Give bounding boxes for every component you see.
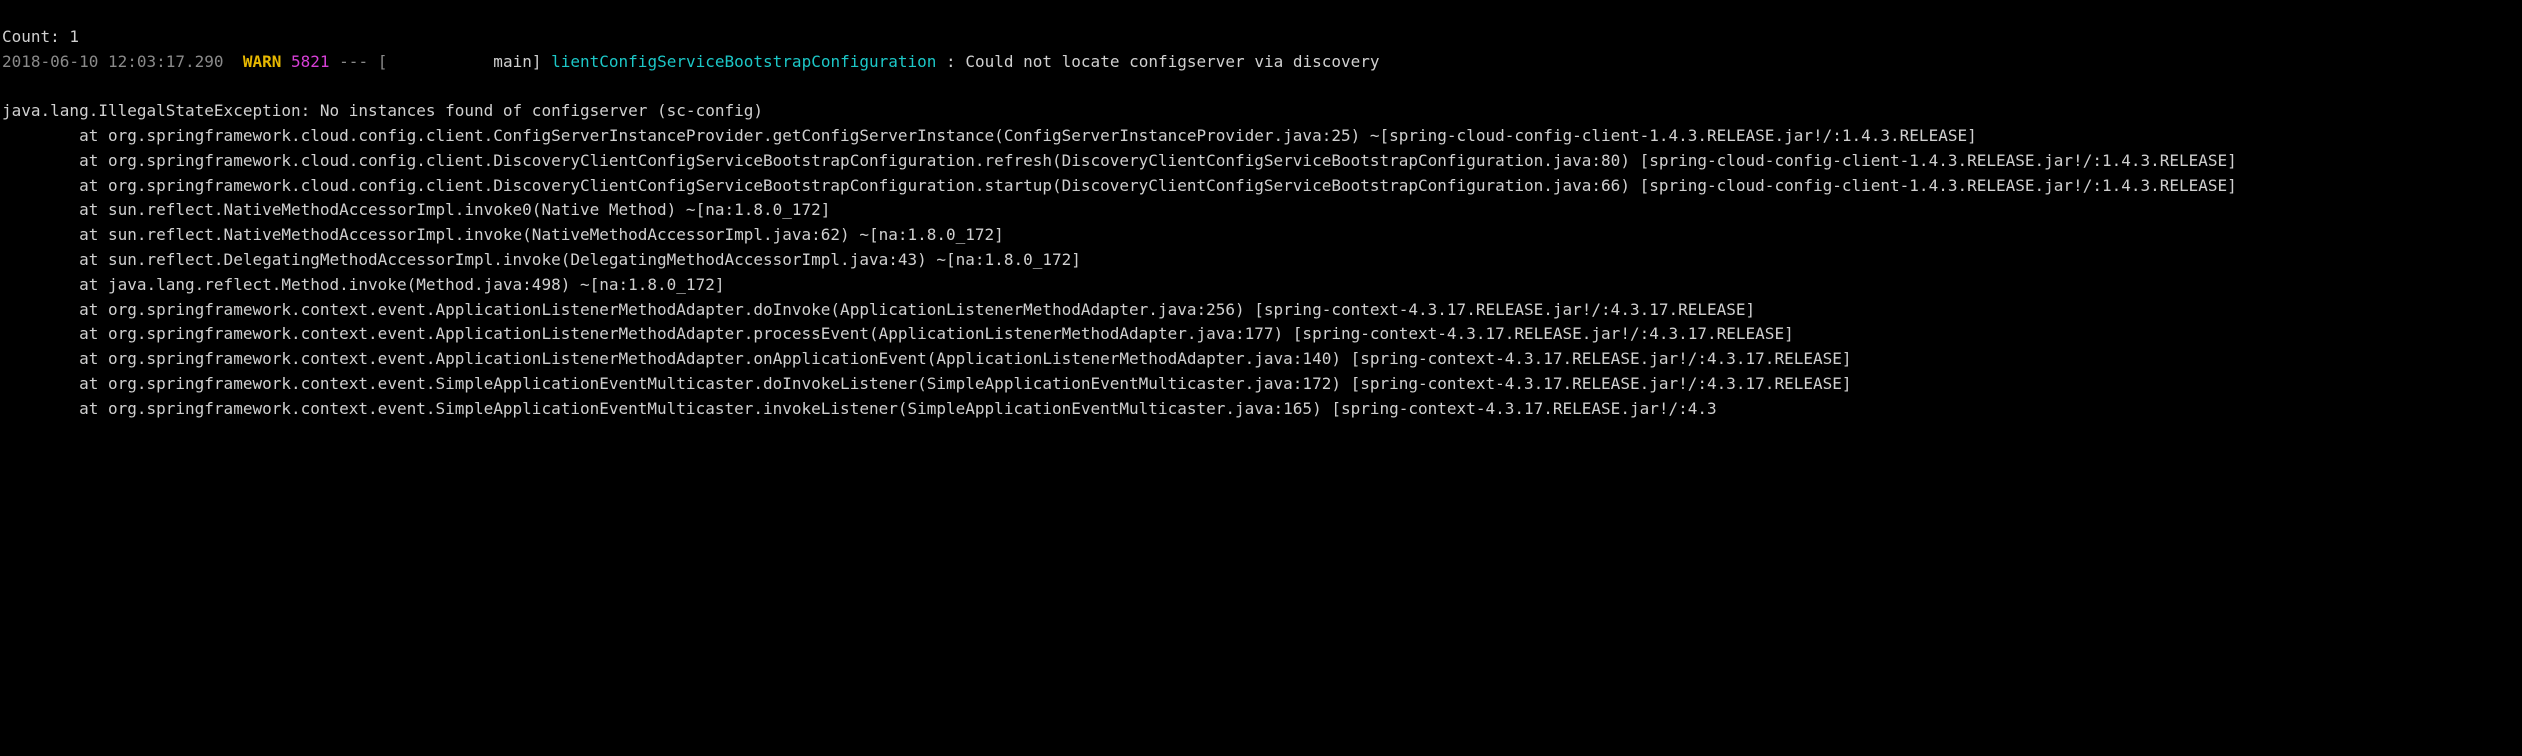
log-message: Could not locate configserver via discov… — [965, 52, 1379, 71]
exception-line: java.lang.IllegalStateException: No inst… — [2, 101, 763, 120]
log-colon: : — [936, 52, 965, 71]
log-level: WARN — [243, 52, 282, 71]
stack-trace: at org.springframework.cloud.config.clie… — [2, 126, 2237, 418]
log-thread: main] — [387, 52, 541, 71]
log-pid: 5821 — [291, 52, 330, 71]
log-timestamp: 2018-06-10 12:03:17.290 — [2, 52, 224, 71]
log-output: Count: 1 2018-06-10 12:03:17.290 WARN 58… — [0, 0, 2522, 422]
truncated-line: Count: 1 — [2, 27, 79, 46]
log-separator: --- [ — [339, 52, 387, 71]
log-logger: lientConfigServiceBootstrapConfiguration — [551, 52, 936, 71]
